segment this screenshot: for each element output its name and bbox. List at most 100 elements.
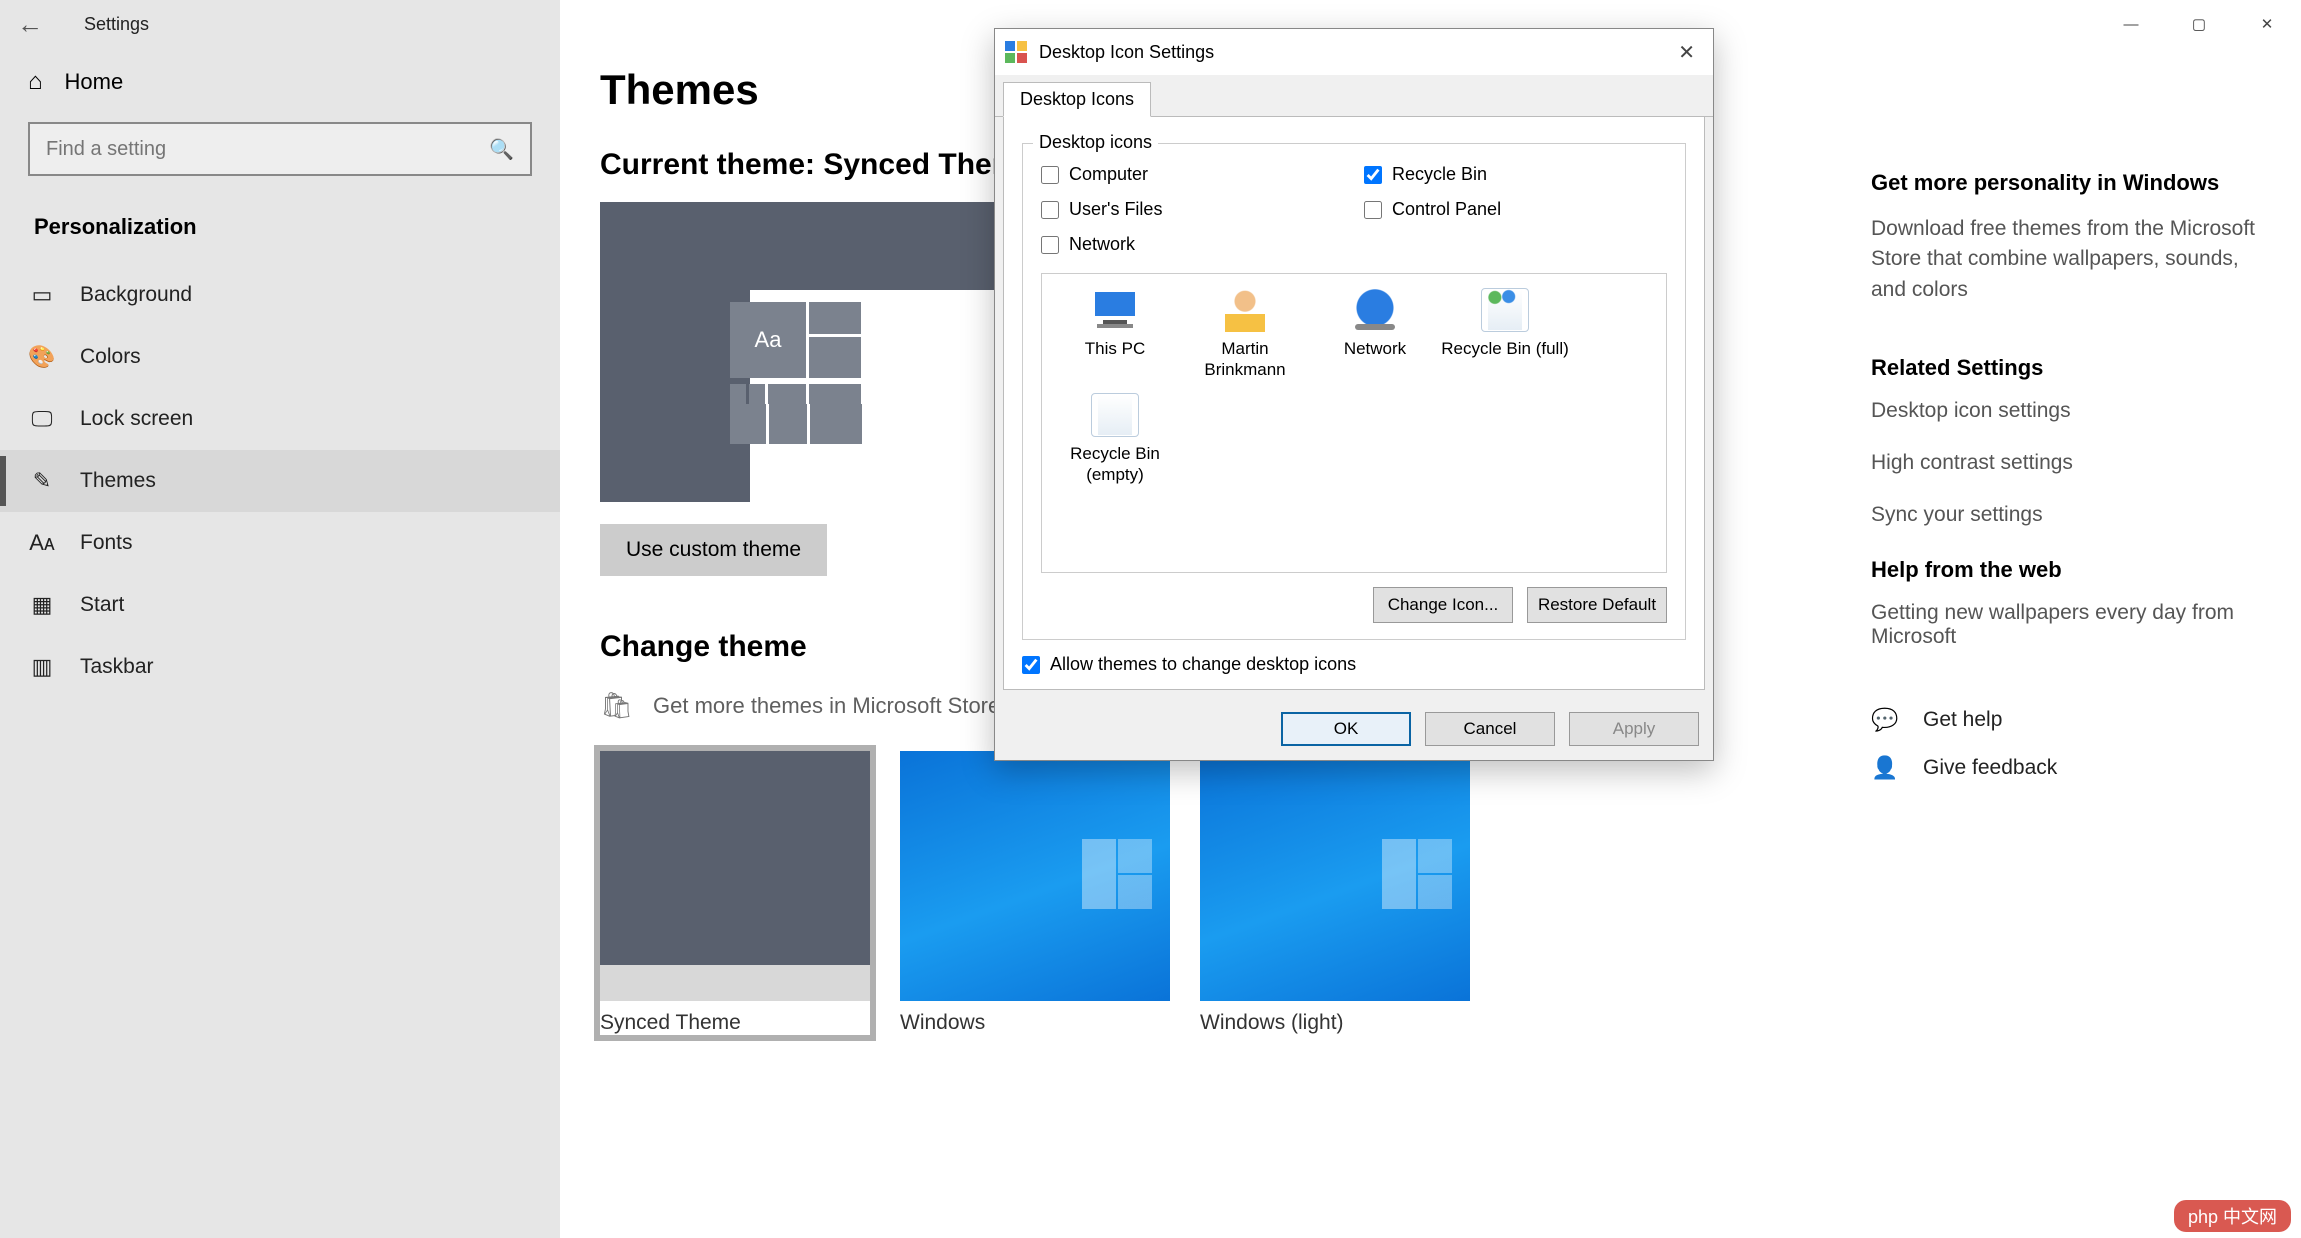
search-input[interactable] <box>46 138 444 161</box>
icon-label: This PC <box>1050 338 1180 359</box>
nav-label: Themes <box>80 469 156 493</box>
link-sync-settings[interactable]: Sync your settings <box>1871 503 2261 527</box>
icon-label: Martin Brinkmann <box>1180 338 1310 381</box>
font-icon: Aᴀ <box>28 530 56 556</box>
pencil-icon: ✎ <box>28 468 56 494</box>
chk-recycle-bin[interactable]: Recycle Bin <box>1364 164 1667 185</box>
chk-network-input[interactable] <box>1041 236 1059 254</box>
theme-name: Synced Theme <box>600 1001 870 1035</box>
dialog-footer: OK Cancel Apply <box>995 698 1713 760</box>
nav-start[interactable]: ▦ Start <box>0 574 560 636</box>
dialog-close-button[interactable]: ✕ <box>1670 40 1703 65</box>
chk-recycle-bin-label: Recycle Bin <box>1392 164 1487 185</box>
home-icon: ⌂ <box>28 68 43 96</box>
watermark: php 中文网 <box>2174 1200 2291 1232</box>
theme-name: Windows <box>900 1001 1170 1035</box>
search-box[interactable]: 🔍 <box>28 122 532 176</box>
link-wallpapers[interactable]: Getting new wallpapers every day from Mi… <box>1871 601 2261 649</box>
give-feedback-button[interactable]: 👤 Give feedback <box>1871 755 2261 781</box>
get-help-label: Get help <box>1923 708 2002 732</box>
pc-icon <box>1091 288 1139 332</box>
home-label: Home <box>65 69 124 95</box>
dialog-app-icon <box>1005 41 1027 63</box>
give-feedback-label: Give feedback <box>1923 756 2057 780</box>
chk-allow-themes[interactable]: Allow themes to change desktop icons <box>1022 654 1686 675</box>
icon-this-pc[interactable]: This PC <box>1050 288 1180 381</box>
theme-thumb <box>600 751 870 1001</box>
desktop-icon-settings-dialog: Desktop Icon Settings ✕ Desktop Icons De… <box>994 28 1714 761</box>
nav-fonts[interactable]: Aᴀ Fonts <box>0 512 560 574</box>
nav-label: Start <box>80 593 124 617</box>
group-title: Desktop icons <box>1033 132 1158 153</box>
icon-recycle-empty[interactable]: Recycle Bin (empty) <box>1050 393 1180 486</box>
nav-lockscreen[interactable]: 🖵 Lock screen <box>0 388 560 450</box>
recycle-bin-empty-icon <box>1091 393 1139 437</box>
chk-allow-label: Allow themes to change desktop icons <box>1050 654 1356 675</box>
settings-window: ← Settings ⌂ Home 🔍 Personalization ▭ Ba… <box>0 0 2301 1238</box>
person-icon: 👤 <box>1871 755 1897 781</box>
change-icon-button[interactable]: Change Icon... <box>1373 587 1513 623</box>
chk-control-panel-label: Control Panel <box>1392 199 1501 220</box>
preview-sample-text: Aa <box>730 302 806 378</box>
dialog-tabs: Desktop Icons <box>995 75 1713 117</box>
chk-users-files[interactable]: User's Files <box>1041 199 1344 220</box>
theme-thumb <box>900 751 1170 1001</box>
chk-control-panel[interactable]: Control Panel <box>1364 199 1667 220</box>
theme-card-windows-light[interactable]: Windows (light) <box>1200 751 1470 1035</box>
app-title: Settings <box>84 14 149 35</box>
shopping-bag-icon: 🛍 <box>600 690 633 721</box>
chk-users-files-input[interactable] <box>1041 201 1059 219</box>
search-icon: 🔍 <box>489 137 514 162</box>
nav-colors[interactable]: 🎨 Colors <box>0 326 560 388</box>
picture-icon: ▭ <box>28 282 56 308</box>
grid-icon: ▦ <box>28 592 56 618</box>
home-nav[interactable]: ⌂ Home <box>0 48 560 116</box>
chat-icon: 💬 <box>1871 707 1897 733</box>
nav-themes[interactable]: ✎ Themes <box>0 450 560 512</box>
store-link-label: Get more themes in Microsoft Store <box>653 693 1000 719</box>
tab-desktop-icons[interactable]: Desktop Icons <box>1003 82 1151 117</box>
theme-card-windows[interactable]: Windows <box>900 751 1170 1035</box>
taskbar-icon: ▥ <box>28 654 56 680</box>
theme-preview: Aa <box>600 202 1000 502</box>
icon-user[interactable]: Martin Brinkmann <box>1180 288 1310 381</box>
theme-card-synced[interactable]: Synced Theme <box>600 751 870 1035</box>
link-desktop-icon-settings[interactable]: Desktop icon settings <box>1871 399 2261 423</box>
icon-recycle-full[interactable]: Recycle Bin (full) <box>1440 288 1570 381</box>
chk-network-label: Network <box>1069 234 1135 255</box>
right-column: Get more personality in Windows Download… <box>1871 170 2261 803</box>
theme-thumb <box>1200 751 1470 1001</box>
nav-taskbar[interactable]: ▥ Taskbar <box>0 636 560 698</box>
nav-label: Taskbar <box>80 655 154 679</box>
nav-label: Colors <box>80 345 141 369</box>
chk-allow-input[interactable] <box>1022 656 1040 674</box>
icon-label: Recycle Bin (empty) <box>1050 443 1180 486</box>
nav-label: Fonts <box>80 531 133 555</box>
nav-label: Background <box>80 283 192 307</box>
back-button[interactable]: ← <box>0 9 60 40</box>
get-help-button[interactable]: 💬 Get help <box>1871 707 2261 733</box>
icon-network[interactable]: Network <box>1310 288 1440 381</box>
palette-icon: 🎨 <box>28 344 56 370</box>
chk-computer-input[interactable] <box>1041 166 1059 184</box>
help-title: Help from the web <box>1871 557 2261 583</box>
icon-label: Network <box>1310 338 1440 359</box>
chk-recycle-bin-input[interactable] <box>1364 166 1382 184</box>
theme-name: Windows (light) <box>1200 1001 1470 1035</box>
ok-button[interactable]: OK <box>1281 712 1411 746</box>
use-custom-theme-button[interactable]: Use custom theme <box>600 524 827 576</box>
dialog-title: Desktop Icon Settings <box>1039 42 1214 63</box>
restore-default-button[interactable]: Restore Default <box>1527 587 1667 623</box>
monitor-icon: 🖵 <box>28 406 56 432</box>
cancel-button[interactable]: Cancel <box>1425 712 1555 746</box>
chk-control-panel-input[interactable] <box>1364 201 1382 219</box>
dialog-body: Desktop icons Computer Recycle Bin User'… <box>1003 117 1705 690</box>
nav-background[interactable]: ▭ Background <box>0 264 560 326</box>
desktop-icons-group: Desktop icons Computer Recycle Bin User'… <box>1022 143 1686 640</box>
chk-computer[interactable]: Computer <box>1041 164 1344 185</box>
chk-network[interactable]: Network <box>1041 234 1344 255</box>
link-high-contrast[interactable]: High contrast settings <box>1871 451 2261 475</box>
user-folder-icon <box>1221 288 1269 332</box>
apply-button[interactable]: Apply <box>1569 712 1699 746</box>
dialog-titlebar[interactable]: Desktop Icon Settings ✕ <box>995 29 1713 75</box>
